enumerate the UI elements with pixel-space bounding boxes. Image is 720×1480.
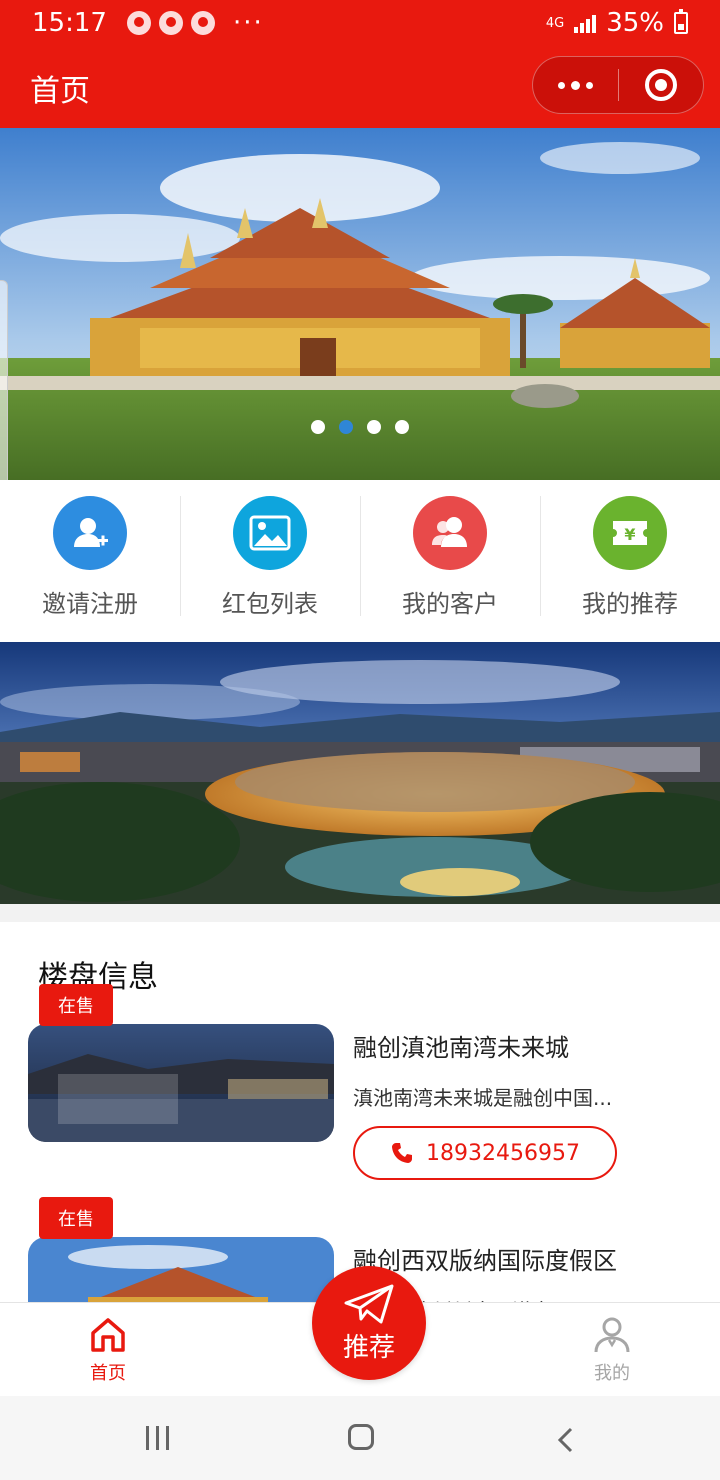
section-divider (0, 904, 720, 922)
carousel-dot[interactable] (311, 420, 325, 434)
miniprogram-capsule (532, 56, 704, 114)
page-title: 首页 (30, 74, 90, 109)
recommend-label: 推荐 (342, 1332, 395, 1363)
tab-label: 我的 (594, 1363, 630, 1384)
phone-number: 18932456957 (426, 1140, 580, 1166)
carousel-dot-active[interactable] (339, 420, 353, 434)
target-icon (644, 69, 677, 101)
more-button[interactable] (533, 57, 618, 113)
signal-icon (574, 13, 597, 33)
yuan-ticket-icon: ¥ (593, 496, 667, 570)
status-time: 15:17 (32, 8, 107, 38)
tab-home[interactable]: 首页 (68, 1315, 148, 1385)
status-badge: 在售 (39, 984, 113, 1026)
property-name: 融创滇池南湾未来城 (353, 1034, 569, 1062)
back-icon[interactable] (556, 1426, 574, 1454)
dot-icon (558, 81, 565, 89)
notification-icons (126, 11, 215, 35)
system-home-button[interactable] (348, 1424, 374, 1450)
home-icon (91, 1318, 125, 1352)
quick-item-red-packet-list[interactable]: 红包列表 (180, 480, 360, 640)
user-icon (594, 1317, 630, 1353)
dot-icon (571, 80, 580, 90)
paper-plane-icon (344, 1284, 394, 1323)
quick-item-my-customers[interactable]: 我的客户 (360, 480, 540, 640)
notification-icon (158, 11, 183, 35)
property-card[interactable]: 在售 融创滇池南湾未来城 滇池南湾未来城是融创中国... 18932456957 (28, 984, 708, 1180)
close-miniprogram-button[interactable] (619, 57, 703, 113)
status-badge: 在售 (39, 1197, 113, 1239)
status-right: 4G 35% (546, 8, 688, 38)
quick-item-invite-register[interactable]: 邀请注册 (0, 480, 180, 640)
more-notifications-icon: ··· (232, 8, 264, 38)
battery-icon (674, 9, 688, 34)
property-image (28, 1024, 334, 1142)
quick-item-label: 我的推荐 (582, 590, 678, 618)
tab-mine[interactable]: 我的 (572, 1315, 652, 1385)
call-button[interactable]: 18932456957 (353, 1126, 617, 1180)
recommend-button[interactable]: 推荐 (312, 1266, 426, 1380)
promo-banner-image (0, 642, 720, 904)
notification-icon (190, 11, 215, 35)
status-bar: 15:17 ··· 4G 35% (0, 0, 720, 46)
quick-menu: 邀请注册 红包列表 我的客户 ¥ 我的推荐 (0, 480, 720, 640)
system-nav-bar (0, 1396, 720, 1480)
promo-banner[interactable] (0, 642, 720, 904)
property-description: 滇池南湾未来城是融创中国... (353, 1086, 613, 1110)
quick-item-label: 邀请注册 (42, 590, 138, 618)
notification-icon (126, 11, 151, 35)
quick-item-label: 我的客户 (402, 590, 498, 618)
navigation-bar: 首页 (0, 46, 720, 128)
image-icon (233, 496, 307, 570)
phone-icon (392, 1143, 413, 1163)
svg-text:¥: ¥ (624, 525, 635, 544)
customers-icon (413, 496, 487, 570)
status-left: 15:17 ··· (32, 8, 264, 38)
banner-carousel[interactable] (0, 128, 720, 480)
tab-label: 首页 (90, 1363, 126, 1384)
carousel-indicators (0, 420, 720, 434)
recent-apps-button[interactable] (146, 1426, 169, 1450)
quick-item-my-recommendations[interactable]: ¥ 我的推荐 (540, 480, 720, 640)
dot-icon (586, 81, 593, 89)
add-user-icon (53, 496, 127, 570)
battery-percent: 35% (606, 8, 664, 38)
carousel-dot[interactable] (395, 420, 409, 434)
network-type: 4G (545, 15, 565, 31)
carousel-dot[interactable] (367, 420, 381, 434)
quick-item-label: 红包列表 (222, 590, 318, 618)
